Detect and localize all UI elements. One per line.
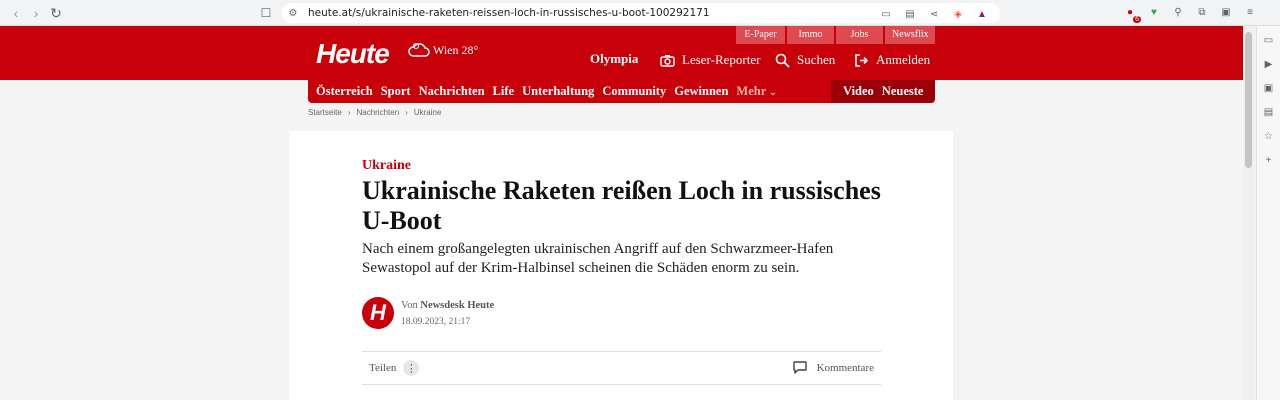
olympia-link[interactable]: Olympia [590,51,638,67]
article-title: Ukrainische Raketen reißen Loch in russi… [362,176,881,235]
leser-reporter-link[interactable]: Leser-Reporter [658,51,760,69]
cloud-icon [408,43,430,57]
nav-unterhaltung[interactable]: Unterhaltung [522,84,594,99]
extension-badge: 6 [1133,16,1141,23]
extension-icon[interactable]: ● 6 [1122,4,1141,23]
comment-icon [792,361,807,374]
breadcrumb-section[interactable]: Nachrichten [356,108,399,117]
sidebar-wallet-icon[interactable]: ▣ [1261,80,1277,96]
bookmark-icon[interactable]: ☐ [256,3,276,23]
site-header: E-Paper Immo Jobs Newsflix Heute Wien 28… [0,26,1243,80]
nav-mehr-label: Mehr [736,84,767,98]
nav-life[interactable]: Life [493,84,515,99]
sidebar-add-icon[interactable]: + [1261,152,1277,168]
puzzle-icon[interactable]: ⚲ [1170,4,1186,20]
author-prefix: Von [401,300,418,311]
nav-nachrichten[interactable]: Nachrichten [419,84,485,99]
nav-mehr[interactable]: Mehr ⌄ [736,84,776,99]
browser-toolbar: ‹ › ↻ ☐ ⚙ heute.at/s/ukrainische-raketen… [0,0,1280,26]
nav-community[interactable]: Community [602,84,666,99]
nav-oesterreich[interactable]: Österreich [316,84,373,99]
publish-date: 18.09.2023, 21:17 [401,317,471,327]
back-icon[interactable]: ‹ [6,3,26,23]
reload-icon[interactable]: ↻ [46,3,66,23]
forward-icon[interactable]: › [26,3,46,23]
section-nav: Österreich Sport Nachrichten Life Unterh… [308,80,935,103]
sidebar-chat-icon[interactable]: ▭ [1261,32,1277,48]
camera-icon [658,51,676,69]
menu-icon[interactable]: ≡ [1242,4,1258,20]
search-label: Suchen [797,52,836,67]
nav-video[interactable]: Video [843,84,874,99]
breadcrumb-home[interactable]: Startseite [308,108,342,117]
browser-sidebar: ▭ ▶ ▣ ▤ ☆ + [1256,26,1280,400]
share-label: Teilen [369,362,397,374]
article-lead: Nach einem großangelegten ukrainischen A… [362,241,834,276]
chevron-down-icon: ⌄ [769,87,777,97]
top-link-newsflix[interactable]: Newsflix [885,26,935,44]
comments-label: Kommentare [816,361,874,374]
nav-gewinnen[interactable]: Gewinnen [674,84,728,99]
page-scrollbar[interactable] [1243,26,1255,400]
rewards-icon[interactable]: ▲ [974,6,990,22]
reader-icon[interactable]: ▤ [902,6,918,22]
address-bar[interactable]: ⚙ heute.at/s/ukrainische-raketen-reissen… [282,3,1000,23]
weather-text: Wien 28° [433,42,479,57]
top-link-immo[interactable]: Immo [787,26,834,44]
breadcrumb-separator-icon: › [347,108,351,117]
share-button[interactable]: Teilen ⋮ [369,360,420,376]
cast-icon[interactable]: ▭ [878,6,894,22]
search-icon [773,51,791,69]
heute-logo[interactable]: Heute [316,38,390,70]
author-avatar[interactable]: H [362,297,394,329]
leser-reporter-label: Leser-Reporter [682,52,761,67]
nav-neueste[interactable]: Neueste [882,84,924,99]
author-name[interactable]: Newsdesk Heute [420,300,494,311]
author-line: Von Newsdesk Heute [401,300,494,311]
breadcrumb-topic[interactable]: Ukraine [414,108,442,117]
breadcrumb-separator-icon: › [405,108,408,117]
scrollbar-thumb[interactable] [1245,32,1252,168]
vpn-icon[interactable]: ♥ [1146,4,1162,20]
url-text: heute.at/s/ukrainische-raketen-reissen-l… [308,7,710,19]
more-dots-icon: ⋮ [403,360,420,376]
wallet-icon[interactable]: ▣ [1218,4,1234,20]
site-info-icon[interactable]: ⚙ [286,6,300,20]
weather-widget[interactable]: Wien 28° [408,42,478,58]
video-newest-group: Video Neueste [831,80,935,103]
login-link[interactable]: Anmelden [852,51,930,69]
search-link[interactable]: Suchen [773,51,835,69]
top-link-jobs[interactable]: Jobs [836,26,883,44]
sync-icon[interactable]: ⧉ [1194,4,1210,20]
share-icon[interactable]: ⋖ [926,6,942,22]
article-card: Ukraine Ukrainische Raketen reißen Loch … [289,131,953,400]
login-icon [852,51,870,69]
sidebar-bookmarks-icon[interactable]: ☆ [1261,128,1277,144]
breadcrumb: Startseite › Nachrichten › Ukraine [308,108,441,117]
nav-sport[interactable]: Sport [381,84,411,99]
article-kicker[interactable]: Ukraine [362,158,411,174]
comments-button[interactable]: Kommentare [792,360,874,375]
sidebar-reading-list-icon[interactable]: ▤ [1261,104,1277,120]
login-label: Anmelden [876,52,931,67]
top-link-epaper[interactable]: E-Paper [736,26,785,44]
brave-shield-icon[interactable]: ◈ [950,6,966,22]
share-bar: Teilen ⋮ Kommentare [362,351,881,385]
sidebar-video-icon[interactable]: ▶ [1261,56,1277,72]
top-links: E-Paper Immo Jobs Newsflix [736,26,937,44]
